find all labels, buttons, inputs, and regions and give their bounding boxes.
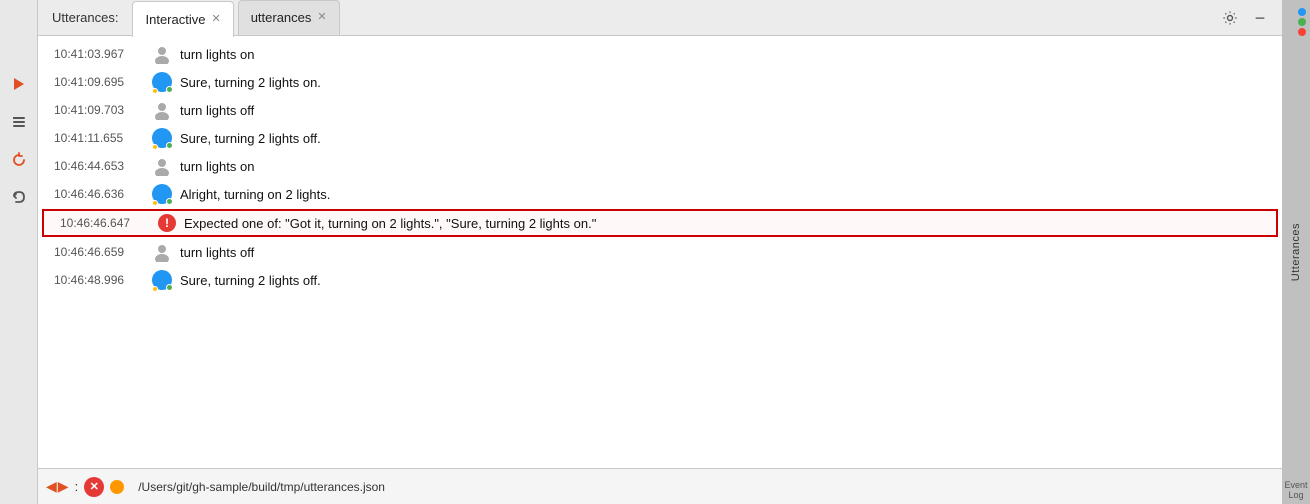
right-arrow-icon: ▶ (58, 478, 69, 495)
utterance-text: turn lights on (180, 159, 254, 174)
error-icon: ! (158, 214, 176, 232)
content-area: 10:41:03.967 turn lights on 10:41:09.695… (38, 36, 1282, 468)
tab-utterances[interactable]: utterances ✕ (238, 0, 340, 36)
bottom-bar: ◀ ▶ : ✕ /Users/git/gh-sample/build/tmp/u… (38, 468, 1282, 504)
user-avatar-icon (152, 100, 172, 120)
error-utterance-row: 10:46:46.647 ! Expected one of: "Got it,… (42, 209, 1278, 237)
navigate-arrows[interactable]: ◀ ▶ (46, 478, 69, 495)
timestamp: 10:41:03.967 (54, 47, 144, 61)
error-dismiss-button[interactable]: ✕ (84, 477, 104, 497)
agent-avatar-icon (152, 128, 172, 148)
tab-bar-label: Utterances: (46, 0, 124, 36)
utterance-text: Sure, turning 2 lights off. (180, 273, 321, 288)
undo-button[interactable] (5, 184, 33, 212)
list-button[interactable] (5, 108, 33, 136)
utterance-text: turn lights off (180, 103, 254, 118)
utterance-text: Expected one of: "Got it, turning on 2 l… (184, 216, 596, 231)
utterance-text: Sure, turning 2 lights on. (180, 75, 321, 90)
utterance-text: Alright, turning on 2 lights. (180, 187, 330, 202)
timestamp: 10:46:46.647 (60, 216, 150, 230)
red-circle-icon (1298, 28, 1306, 36)
utterance-row: 10:46:46.659 turn lights off (38, 238, 1282, 266)
utterance-row: 10:41:03.967 turn lights on (38, 40, 1282, 68)
right-sidebar: Utterances Event Log (1282, 0, 1310, 504)
utterance-row: 10:46:46.636 Alright, turning on 2 light… (38, 180, 1282, 208)
utterance-text: turn lights off (180, 245, 254, 260)
tab-interactive-label: Interactive (145, 12, 205, 27)
right-sidebar-label: Utterances (1290, 223, 1302, 281)
left-arrow-icon: ◀ (46, 478, 57, 495)
utterance-row: 10:46:48.996 Sure, turning 2 lights off. (38, 266, 1282, 294)
tab-bar-actions: − (1218, 6, 1272, 30)
timestamp: 10:46:46.636 (54, 187, 144, 201)
right-top-icons (1298, 8, 1306, 36)
utterance-row: 10:41:11.655 Sure, turning 2 lights off. (38, 124, 1282, 152)
main-area: Utterances: Interactive ✕ utterances ✕ −… (38, 0, 1282, 504)
status-dot (110, 480, 124, 494)
tab-interactive[interactable]: Interactive ✕ (132, 1, 233, 37)
user-avatar-icon (152, 44, 172, 64)
left-sidebar (0, 0, 38, 504)
timestamp: 10:41:09.695 (54, 75, 144, 89)
minimize-button[interactable]: − (1248, 6, 1272, 30)
user-avatar-icon (152, 242, 172, 262)
utterance-text: turn lights on (180, 47, 254, 62)
utterance-text: Sure, turning 2 lights off. (180, 131, 321, 146)
agent-avatar-icon (152, 184, 172, 204)
colon-separator: : (75, 479, 79, 494)
play-button[interactable] (5, 70, 33, 98)
tab-bar: Utterances: Interactive ✕ utterances ✕ − (38, 0, 1282, 36)
green-circle-icon (1298, 18, 1306, 26)
blue-circle-icon (1298, 8, 1306, 16)
timestamp: 10:46:48.996 (54, 273, 144, 287)
utterance-row: 10:46:44.653 turn lights on (38, 152, 1282, 180)
timestamp: 10:41:09.703 (54, 103, 144, 117)
agent-avatar-icon (152, 270, 172, 290)
timestamp: 10:46:46.659 (54, 245, 144, 259)
file-path: /Users/git/gh-sample/build/tmp/utterance… (138, 480, 385, 494)
settings-button[interactable] (1218, 6, 1242, 30)
tab-utterances-label: utterances (251, 10, 312, 25)
tab-interactive-close[interactable]: ✕ (211, 14, 220, 25)
timestamp: 10:41:11.655 (54, 131, 144, 145)
refresh-button[interactable] (5, 146, 33, 174)
event-log-label: Event Log (1282, 476, 1310, 504)
utterance-row: 10:41:09.703 turn lights off (38, 96, 1282, 124)
agent-avatar-icon (152, 72, 172, 92)
user-avatar-icon (152, 156, 172, 176)
timestamp: 10:46:44.653 (54, 159, 144, 173)
utterance-row: 10:41:09.695 Sure, turning 2 lights on. (38, 68, 1282, 96)
tab-utterances-close[interactable]: ✕ (317, 12, 326, 23)
event-log-area: Event Log (1282, 476, 1310, 504)
